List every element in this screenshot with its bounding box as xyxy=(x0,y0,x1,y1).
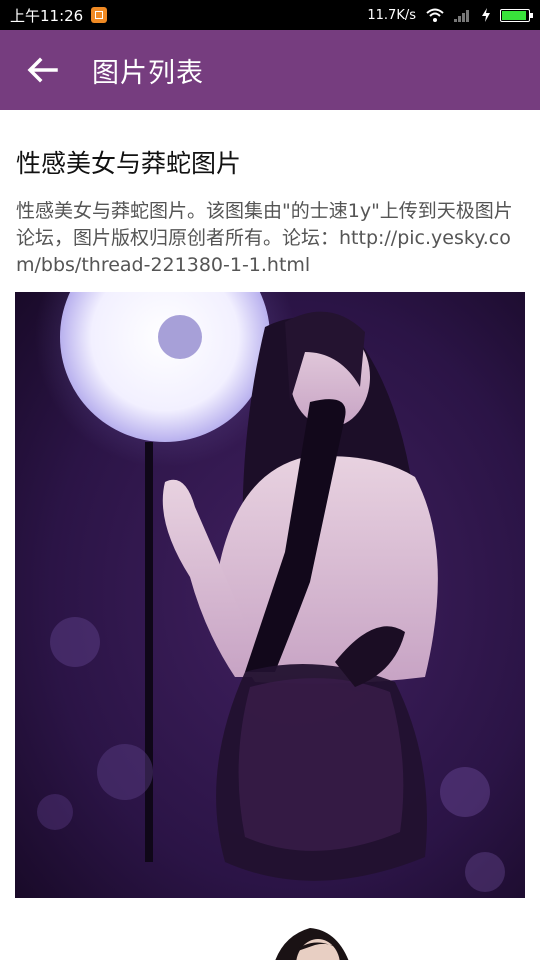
post-title: 性感美女与莽蛇图片 xyxy=(16,149,242,178)
status-right: 11.7K/s xyxy=(367,7,533,23)
back-arrow-icon xyxy=(27,57,58,83)
post-image[interactable] xyxy=(15,292,525,898)
status-bar: 上午11:26 11.7K/s xyxy=(0,0,540,30)
page-title: 图片列表 xyxy=(92,57,204,89)
post-list[interactable]: 性感美女与莽蛇图片 性感美女与莽蛇图片。该图集由"的士速1y"上传到天极图片论坛… xyxy=(0,110,540,960)
status-time: 上午11:26 xyxy=(10,6,84,25)
app-bar: 图片列表 xyxy=(0,30,540,110)
battery-fill xyxy=(502,10,526,20)
next-photo-illustration xyxy=(230,923,370,960)
next-post-image-preview[interactable] xyxy=(230,923,370,960)
battery-icon xyxy=(500,8,533,22)
signal-icon xyxy=(454,9,469,22)
photo-illustration xyxy=(15,292,525,898)
back-button[interactable] xyxy=(0,30,84,110)
wifi-icon xyxy=(426,8,444,22)
notification-icon xyxy=(91,7,108,23)
charging-icon xyxy=(482,8,490,22)
network-speed: 11.7K/s xyxy=(367,7,416,23)
status-left: 上午11:26 xyxy=(10,5,108,26)
post-description: 性感美女与莽蛇图片。该图集由"的士速1y"上传到天极图片论坛，图片版权归原创者所… xyxy=(16,200,513,276)
